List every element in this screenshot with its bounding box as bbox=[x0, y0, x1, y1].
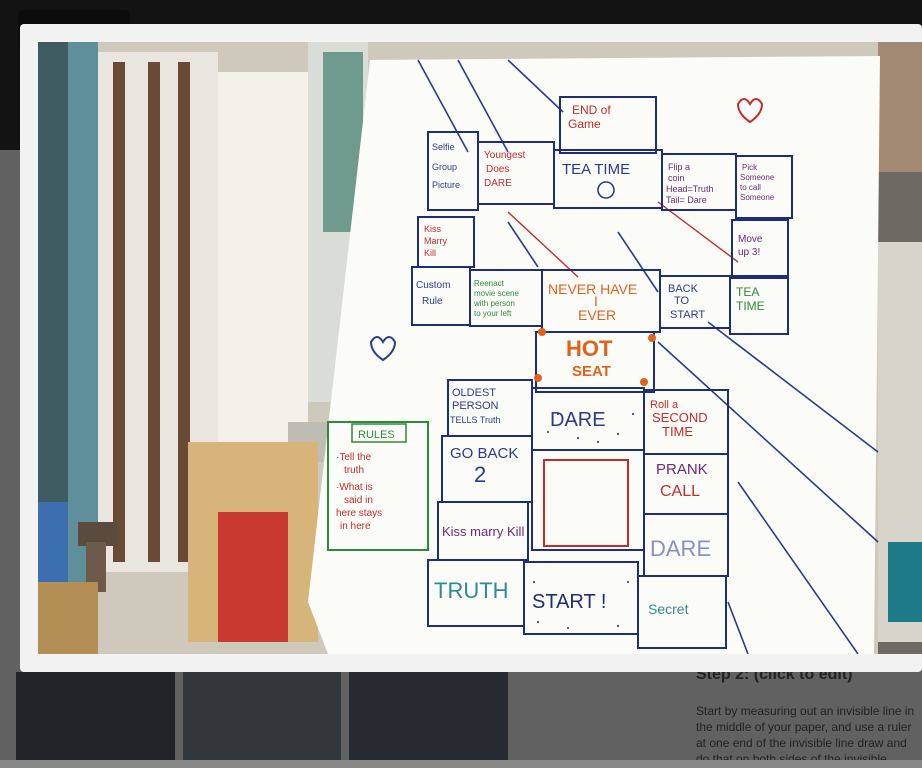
svg-text:Secret: Secret bbox=[648, 601, 689, 617]
svg-text:DARE: DARE bbox=[650, 536, 711, 561]
bottom-scrollbar[interactable] bbox=[0, 760, 922, 768]
svg-text:DARE: DARE bbox=[550, 409, 606, 431]
svg-text:RULES: RULES bbox=[358, 429, 395, 441]
photo-illustration: END of Game Selfie Group Picture Youngest Do… bbox=[38, 42, 922, 654]
svg-text:START !: START ! bbox=[532, 591, 606, 613]
image-lightbox: END of Game Selfie Group Picture Youngest Do… bbox=[20, 24, 922, 672]
svg-text:TRUTH: TRUTH bbox=[434, 578, 509, 603]
lightbox-photo[interactable]: END of Game Selfie Group Picture Youngest Do… bbox=[38, 42, 922, 654]
step-body[interactable]: Start by measuring out an invisible line… bbox=[696, 703, 922, 763]
svg-text:HOTSEAT: HOT SEAT bbox=[566, 336, 613, 380]
svg-text:TEA TIME: TEA TIME bbox=[562, 161, 630, 178]
svg-text:Kiss marry Kill: Kiss marry Kill bbox=[442, 524, 524, 539]
svg-text:OLDESTPERSONTELLS Truth: OLDEST PERSON TELLS Truth bbox=[450, 387, 501, 425]
